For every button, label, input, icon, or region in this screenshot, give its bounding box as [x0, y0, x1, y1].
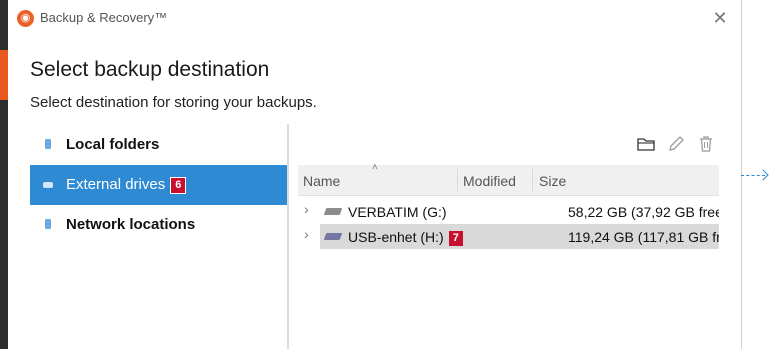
- nav-item-label: Local folders: [66, 136, 160, 153]
- background-window-edge: [0, 0, 8, 349]
- table-header: ˄ Name Modified Size: [298, 162, 719, 196]
- new-folder-icon[interactable]: [636, 134, 656, 154]
- nav-item-external-drives[interactable]: External drives 6: [30, 165, 287, 205]
- expand-chevron-icon[interactable]: ›: [304, 201, 309, 217]
- hard-drive-icon: [323, 208, 343, 215]
- sort-ascending-icon: ˄: [372, 162, 378, 173]
- dashed-arrow-icon: [741, 175, 765, 176]
- column-separator[interactable]: [532, 169, 533, 191]
- app-title: Backup & Recovery™: [40, 10, 168, 25]
- edit-icon[interactable]: [666, 134, 686, 154]
- column-header-size[interactable]: Size: [539, 173, 566, 189]
- nav-item-network-locations[interactable]: Network locations: [30, 205, 287, 245]
- app-logo-icon: ◉: [17, 10, 34, 27]
- usb-drive-icon: [43, 182, 53, 188]
- network-icon: [45, 219, 51, 229]
- usb-drive-icon: [323, 233, 343, 240]
- table-row-selected[interactable]: › USB-enhet (H:) 7 119,24 GB (117,81 GB f…: [304, 224, 719, 249]
- step-badge: 6: [170, 177, 187, 194]
- title-bar: ◉ Backup & Recovery™ ✕: [8, 0, 741, 36]
- page-subtitle: Select destination for storing your back…: [30, 94, 317, 111]
- drive-name: VERBATIM (G:): [348, 204, 447, 220]
- delete-icon[interactable]: [696, 134, 716, 154]
- column-header-name[interactable]: Name: [303, 173, 340, 189]
- backup-destination-dialog: ◉ Backup & Recovery™ ✕ Select backup des…: [8, 0, 741, 349]
- nav-item-local-folders[interactable]: Local folders: [30, 125, 287, 165]
- column-separator[interactable]: [457, 169, 458, 191]
- panel-divider: [287, 124, 289, 349]
- destination-nav: Local folders External drives 6 Network l…: [30, 125, 287, 245]
- nav-item-label: External drives 6: [66, 176, 187, 194]
- folder-icon: [45, 139, 51, 149]
- drive-size: 119,24 GB (117,81 GB free): [568, 229, 719, 245]
- close-button[interactable]: ✕: [709, 7, 731, 29]
- nav-item-label-text: External drives: [66, 176, 166, 193]
- step-badge: 7: [448, 231, 463, 246]
- drive-table: ˄ Name Modified Size › VERBATIM (G:) 58,…: [298, 162, 719, 249]
- drive-name-text: USB-enhet (H:): [348, 229, 444, 245]
- nav-item-label: Network locations: [66, 216, 196, 233]
- column-header-modified[interactable]: Modified: [463, 173, 516, 189]
- background-app-accent: [0, 50, 8, 100]
- expand-chevron-icon[interactable]: ›: [304, 226, 309, 242]
- table-row[interactable]: › VERBATIM (G:) 58,22 GB (37,92 GB free): [298, 199, 719, 224]
- drive-name: USB-enhet (H:) 7: [348, 229, 463, 246]
- drive-size: 58,22 GB (37,92 GB free): [568, 204, 719, 220]
- page-title: Select backup destination: [30, 58, 270, 81]
